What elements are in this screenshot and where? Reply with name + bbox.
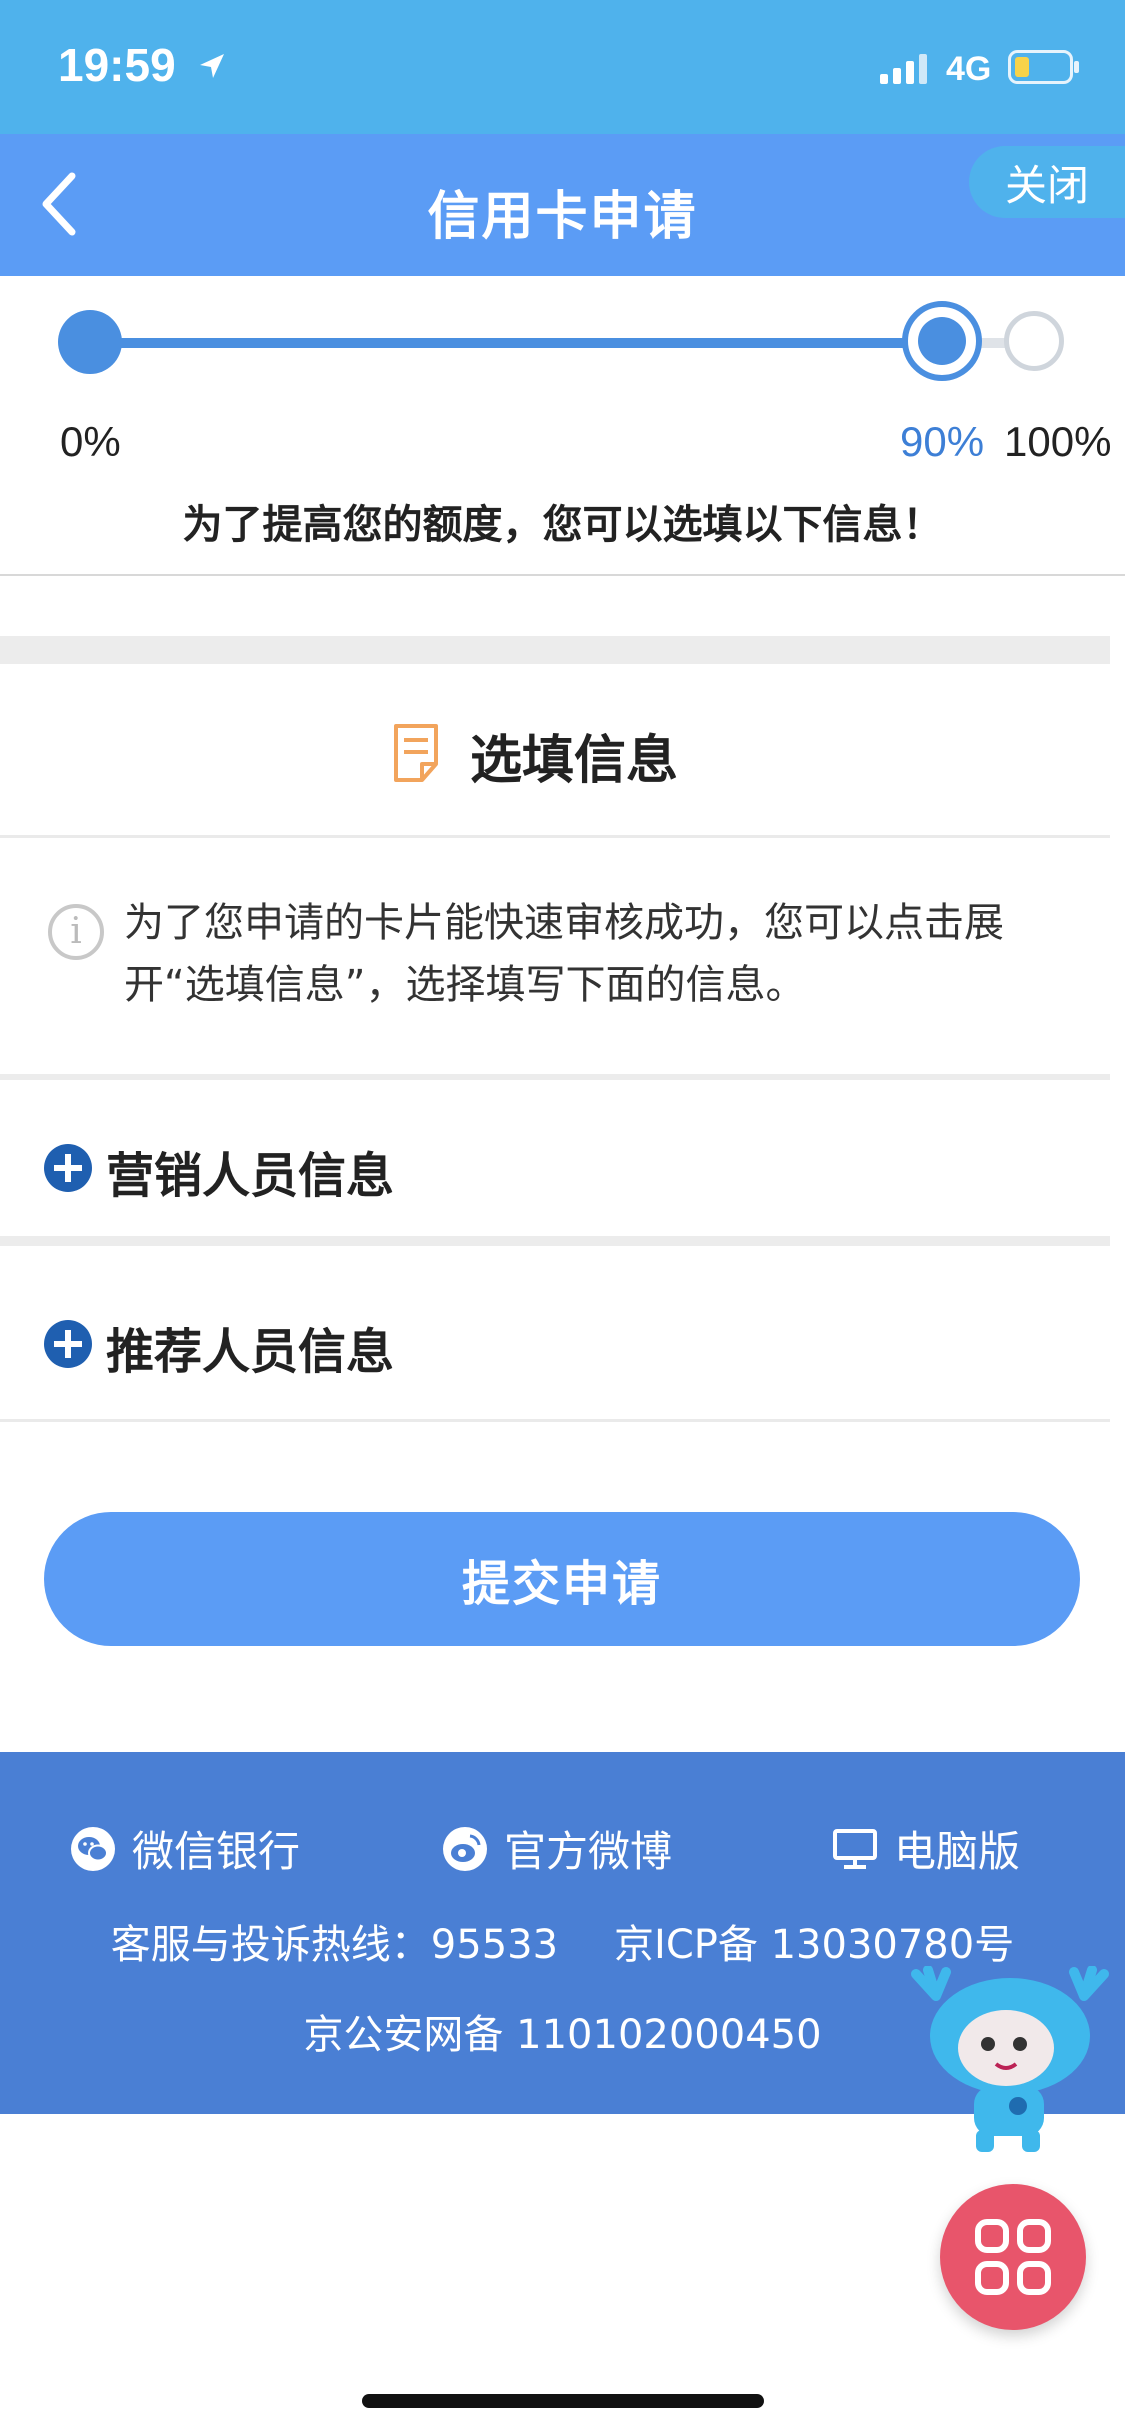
monitor-icon [833,1828,877,1869]
weibo-icon [443,1826,487,1871]
home-indicator [362,2394,764,2408]
network-type: 4G [946,50,992,88]
section-header: 选填信息 [0,664,1110,838]
document-icon [394,724,438,782]
info-text: 为了您申请的卡片能快速审核成功，您可以点击展开“选填信息”，选择填写下面的信息。 [124,900,1004,1008]
status-time: 19:59 [58,39,176,91]
plus-circle-icon [44,1320,92,1368]
footer-link-weibo[interactable]: 官方微博 [442,1818,672,1879]
progress-track [88,338,1038,348]
progress-current-dot [902,301,982,381]
progress-fill [88,338,943,348]
location-arrow-icon [200,54,224,78]
progress-start-dot [58,310,122,374]
mascot-icon[interactable] [906,1966,1116,2156]
grid-icon [975,2219,1051,2295]
footer-link-wechat[interactable]: 微信银行 [70,1818,300,1879]
footer-link-label: 官方微博 [504,1827,673,1876]
progress-end-label: 100% [1004,418,1112,465]
footer-link-desktop[interactable]: 电脑版 [832,1818,1020,1879]
nav-bar: 信用卡申请 关闭 [0,134,1125,276]
battery-icon [1008,50,1079,84]
page-title: 信用卡申请 [427,187,698,247]
section-title: 选填信息 [470,731,679,791]
progress-section: 0% 90% 100% 为了提高您的额度，您可以选填以下信息！ [0,276,1125,576]
submit-button[interactable]: 提交申请 [44,1512,1080,1646]
info-block: i 为了您申请的卡片能快速审核成功，您可以点击展开“选填信息”，选择填写下面的信… [0,838,1110,1080]
progress-current-label: 90% [900,418,985,465]
floating-menu-button[interactable] [940,2184,1086,2330]
progress-hint: 为了提高您的额度，您可以选填以下信息！ [182,502,943,548]
wechat-icon [71,1826,115,1871]
expand-row-label: 营销人员信息 [106,1148,395,1204]
close-button[interactable]: 关闭 [969,146,1125,218]
footer-icp: 京ICP备 13030780号 [614,1922,1015,1968]
progress-start-label: 0% [60,418,121,465]
footer-link-label: 微信银行 [132,1827,301,1876]
info-icon: i [48,904,104,960]
footer-hotline: 客服与投诉热线：95533 [110,1922,559,1968]
status-bar: 19:59 4G [0,0,1125,134]
plus-circle-icon [44,1144,92,1192]
expand-row-marketing[interactable]: 营销人员信息 [0,1086,1110,1246]
footer-link-label: 电脑版 [894,1827,1021,1876]
expand-row-referrer[interactable]: 推荐人员信息 [0,1262,1110,1422]
signal-icon [880,54,927,84]
footer-contact-line: 客服与投诉热线：95533 京ICP备 13030780号 [0,1912,1125,1970]
expand-row-label: 推荐人员信息 [106,1324,395,1380]
progress-end-dot [1004,311,1064,371]
section-divider [0,636,1110,664]
footer-police: 京公安网备 110102000450 [303,2012,822,2058]
